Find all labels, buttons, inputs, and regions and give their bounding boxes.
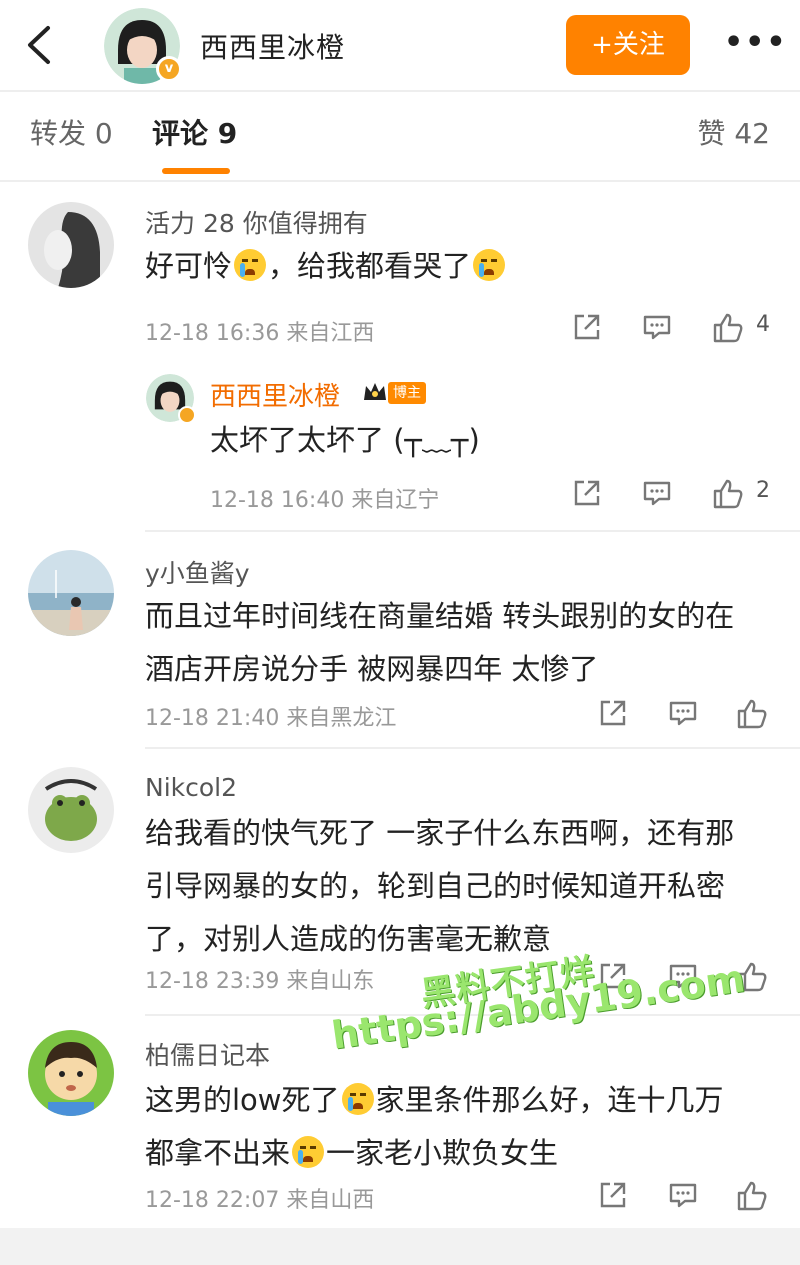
reply-username[interactable]: 西西里冰橙: [210, 376, 340, 413]
account-avatar[interactable]: v: [104, 8, 182, 84]
comment-text-part: 这男的low死了: [145, 1083, 340, 1117]
owner-tag: 博主: [388, 382, 426, 404]
comment-text-line: 了，对别人造成的伤害毫无歉意: [145, 922, 552, 956]
laughing-tears-emoji-icon: [292, 1136, 325, 1168]
comment-icon[interactable]: [668, 698, 698, 728]
tab-likes[interactable]: 赞 42: [697, 112, 770, 152]
comment-text: 而且过年时间线在商量结婚 转头跟别的女的在 酒店开房说分手 被网暴四年 太惨了: [145, 590, 775, 696]
account-name[interactable]: 西西里冰橙: [200, 26, 345, 66]
comment-meta: 12-18 21:40 来自黑龙江: [145, 706, 397, 731]
share-icon[interactable]: [572, 478, 602, 508]
commenter-avatar[interactable]: [28, 767, 114, 853]
comment-text: 这男的low死了 家里条件那么好，连十几万 都拿不出来 一家老小欺负女生: [145, 1074, 775, 1180]
more-options-icon[interactable]: •••: [724, 28, 786, 62]
follow-button[interactable]: +关注: [566, 15, 690, 75]
avatar-image: [28, 1030, 114, 1116]
comment-text-line: 都拿不出来 一家老小欺负女生: [145, 1127, 775, 1180]
tab-bar: 转发 0 评论 9 赞 42: [0, 92, 800, 182]
crown-icon: [364, 383, 386, 400]
comment-icon[interactable]: [642, 312, 672, 342]
like-count: 2: [756, 478, 770, 503]
avatar-image: [28, 202, 114, 288]
active-tab-indicator: [162, 168, 230, 174]
comment-text-part: ，给我都看哭了: [268, 249, 472, 283]
share-icon[interactable]: [598, 1180, 628, 1210]
commenter-avatar[interactable]: [28, 550, 114, 636]
comment-text: 好可怜 ，给我都看哭了: [145, 240, 775, 293]
like-icon[interactable]: [736, 1180, 768, 1212]
like-icon[interactable]: [736, 698, 768, 730]
comment-actions: [598, 698, 778, 738]
comment-item: 活力 28 你值得拥有 好可怜 ，给我都看哭了 12-18 16:36 来自江西 …: [0, 180, 800, 530]
comment-text-line: 引导网暴的女的，轮到自己的时候知道开私密: [145, 869, 726, 903]
owner-badge: 博主: [362, 380, 436, 406]
comment-text-line: 而且过年时间线在商量结婚 转头跟别的女的在: [145, 599, 735, 633]
verified-badge-icon: [178, 406, 196, 424]
comment-text-part: 家里条件那么好，连十几万: [375, 1083, 724, 1117]
verified-badge-icon: v: [156, 56, 182, 82]
comment-icon[interactable]: [668, 1180, 698, 1210]
comment-text-part: 都拿不出来: [145, 1136, 291, 1170]
crying-emoji-icon: [473, 249, 506, 281]
comment-text-line: 酒店开房说分手 被网暴四年 太惨了: [145, 652, 599, 686]
comment-text-line: 给我看的快气死了 一家子什么东西啊，还有那: [145, 816, 735, 850]
comment-item: y小鱼酱y 而且过年时间线在商量结婚 转头跟别的女的在 酒店开房说分手 被网暴四…: [0, 532, 800, 747]
comment-actions: [598, 1180, 778, 1220]
comment-username[interactable]: Nikcol2: [145, 773, 237, 802]
comment-meta: 12-18 16:36 来自江西: [145, 321, 375, 346]
like-count: 4: [756, 312, 770, 337]
comment-text-part: 好可怜: [145, 249, 233, 283]
avatar-image: [28, 550, 114, 636]
comment-username[interactable]: y小鱼酱y: [145, 554, 250, 590]
avatar-image: [28, 767, 114, 853]
comment-icon[interactable]: [642, 478, 672, 508]
crying-emoji-icon: [234, 249, 267, 281]
top-bar: v 西西里冰橙 +关注 •••: [0, 0, 800, 90]
comment-text: 给我看的快气死了 一家子什么东西啊，还有那 引导网暴的女的，轮到自己的时候知道开…: [145, 807, 775, 966]
tab-repost[interactable]: 转发 0: [30, 112, 113, 152]
tab-comment[interactable]: 评论 9: [152, 112, 237, 152]
comment-text-line: 这男的low死了 家里条件那么好，连十几万: [145, 1074, 775, 1127]
comment-meta: 12-18 23:39 来自山东: [145, 969, 375, 994]
reply-meta: 12-18 16:40 来自辽宁: [210, 488, 440, 513]
back-arrow-icon[interactable]: [22, 24, 58, 66]
reply-text: 太坏了太坏了 (┬﹏┬): [210, 423, 480, 457]
commenter-avatar[interactable]: [28, 1030, 114, 1116]
comment-username[interactable]: 柏儒日记本: [145, 1036, 270, 1072]
reply-actions: 2: [572, 478, 772, 518]
comment-username[interactable]: 活力 28 你值得拥有: [145, 204, 368, 240]
commenter-avatar[interactable]: [28, 202, 114, 288]
share-icon[interactable]: [598, 698, 628, 728]
share-icon[interactable]: [572, 312, 602, 342]
comment-actions: 4: [572, 312, 772, 352]
bottom-gap: [0, 1228, 800, 1265]
like-icon[interactable]: [712, 312, 744, 344]
laughing-tears-emoji-icon: [341, 1083, 374, 1115]
comment-meta: 12-18 22:07 来自山西: [145, 1188, 375, 1213]
like-icon[interactable]: [712, 478, 744, 510]
comment-text-part: 一家老小欺负女生: [326, 1136, 559, 1170]
